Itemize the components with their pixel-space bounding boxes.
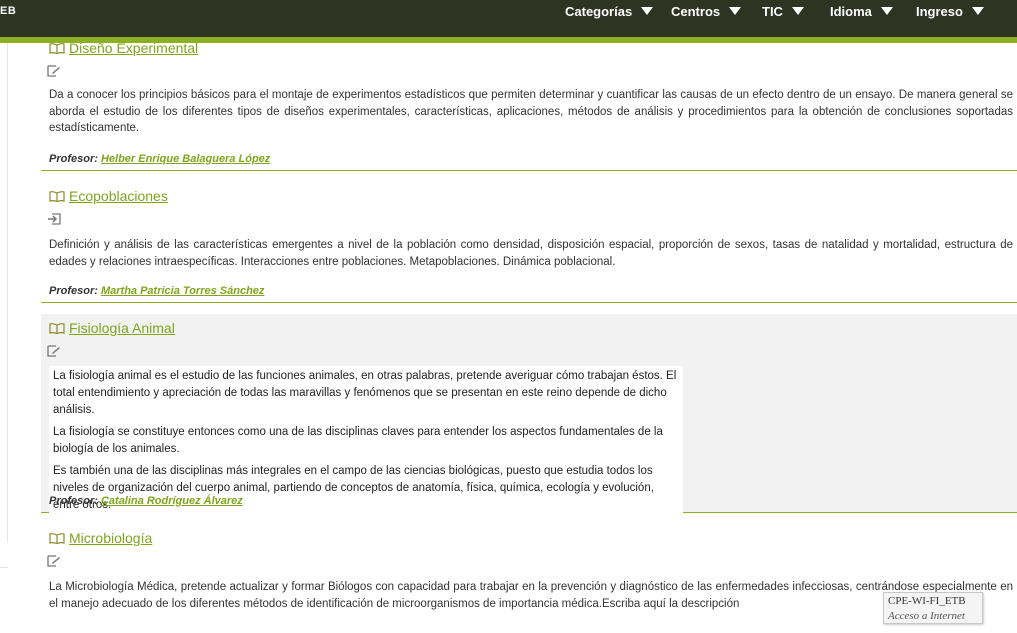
network-status: Acceso a Internet — [888, 610, 965, 622]
professor-link[interactable]: Catalina Rodríguez Álvarez — [101, 495, 243, 507]
open-book-icon — [49, 43, 65, 54]
top-navigation-bar: EB Categorías Centros TIC Idioma Ingreso — [0, 0, 1017, 37]
course-item-highlighted: Fisiología Animal La fisiología animal e… — [41, 314, 1017, 521]
course-title-link[interactable]: Diseño Experimental — [69, 40, 198, 56]
course-description: Definición y análisis de las característ… — [49, 239, 1013, 268]
description-paragraph: La fisiología se constituye entonces com… — [53, 426, 663, 455]
chevron-down-icon — [791, 7, 804, 15]
nav-ingreso-label: Ingreso — [916, 3, 963, 19]
chevron-down-icon — [971, 7, 984, 15]
course-title-link[interactable]: Ecopoblaciones — [69, 188, 168, 204]
description-paragraph: La fisiología animal es el estudio de la… — [53, 370, 677, 416]
edit-enroll-icon[interactable] — [47, 345, 61, 357]
course-title-row: Ecopoblaciones — [49, 188, 168, 204]
chevron-down-icon — [641, 7, 654, 15]
nav-categorias-label: Categorías — [565, 3, 633, 19]
course-professor: Profesor: Helber Enrique Balaguera López — [49, 153, 270, 165]
open-book-icon — [49, 323, 65, 334]
chevron-down-icon — [729, 7, 742, 15]
course-title-link[interactable]: Fisiología Animal — [69, 320, 175, 336]
nav-centros-label: Centros — [671, 3, 721, 19]
nav-idioma-label: Idioma — [830, 3, 872, 19]
chevron-down-icon — [880, 7, 893, 15]
professor-link[interactable]: Martha Patricia Torres Sánchez — [101, 285, 264, 297]
site-brand-fragment: EB — [0, 5, 17, 17]
course-item: Ecopoblaciones Definición y análisis de … — [41, 171, 1017, 303]
professor-label: Profesor: — [49, 495, 98, 507]
nav-tic[interactable]: TIC — [762, 2, 804, 20]
nav-categorias[interactable]: Categorías — [565, 2, 654, 20]
course-title-link[interactable]: Microbiología — [69, 530, 152, 546]
edit-enroll-icon[interactable] — [47, 555, 61, 567]
professor-label: Profesor: — [49, 285, 98, 297]
course-description: Da a conocer los principios básicos para… — [49, 89, 1013, 134]
left-divider-tick — [0, 567, 8, 568]
open-book-icon — [49, 191, 65, 202]
left-divider — [7, 43, 8, 543]
network-tooltip: CPE-WI-FI_ETB Acceso a Internet — [883, 592, 983, 624]
edit-enroll-icon[interactable] — [47, 65, 61, 77]
course-description: La Microbiología Médica, pretende actual… — [49, 581, 1013, 610]
course-title-row: Fisiología Animal — [49, 320, 175, 336]
professor-label: Profesor: — [49, 153, 98, 165]
nav-ingreso[interactable]: Ingreso — [916, 2, 984, 20]
nav-tic-label: TIC — [762, 3, 783, 19]
course-item: Diseño Experimental Da a conocer los pri… — [41, 36, 1017, 171]
network-name: CPE-WI-FI_ETB — [888, 595, 966, 607]
course-title-row: Microbiología — [49, 530, 152, 546]
professor-link[interactable]: Helber Enrique Balaguera López — [101, 153, 270, 165]
course-professor: Profesor: Martha Patricia Torres Sánchez — [49, 285, 264, 297]
open-book-icon — [49, 533, 65, 544]
enter-course-icon[interactable] — [47, 213, 61, 225]
course-title-row: Diseño Experimental — [49, 40, 198, 56]
course-professor: Profesor: Catalina Rodríguez Álvarez — [49, 495, 243, 507]
nav-idioma[interactable]: Idioma — [830, 2, 893, 20]
course-item: Microbiología La Microbiología Médica, p… — [41, 513, 1017, 633]
nav-centros[interactable]: Centros — [671, 2, 742, 20]
